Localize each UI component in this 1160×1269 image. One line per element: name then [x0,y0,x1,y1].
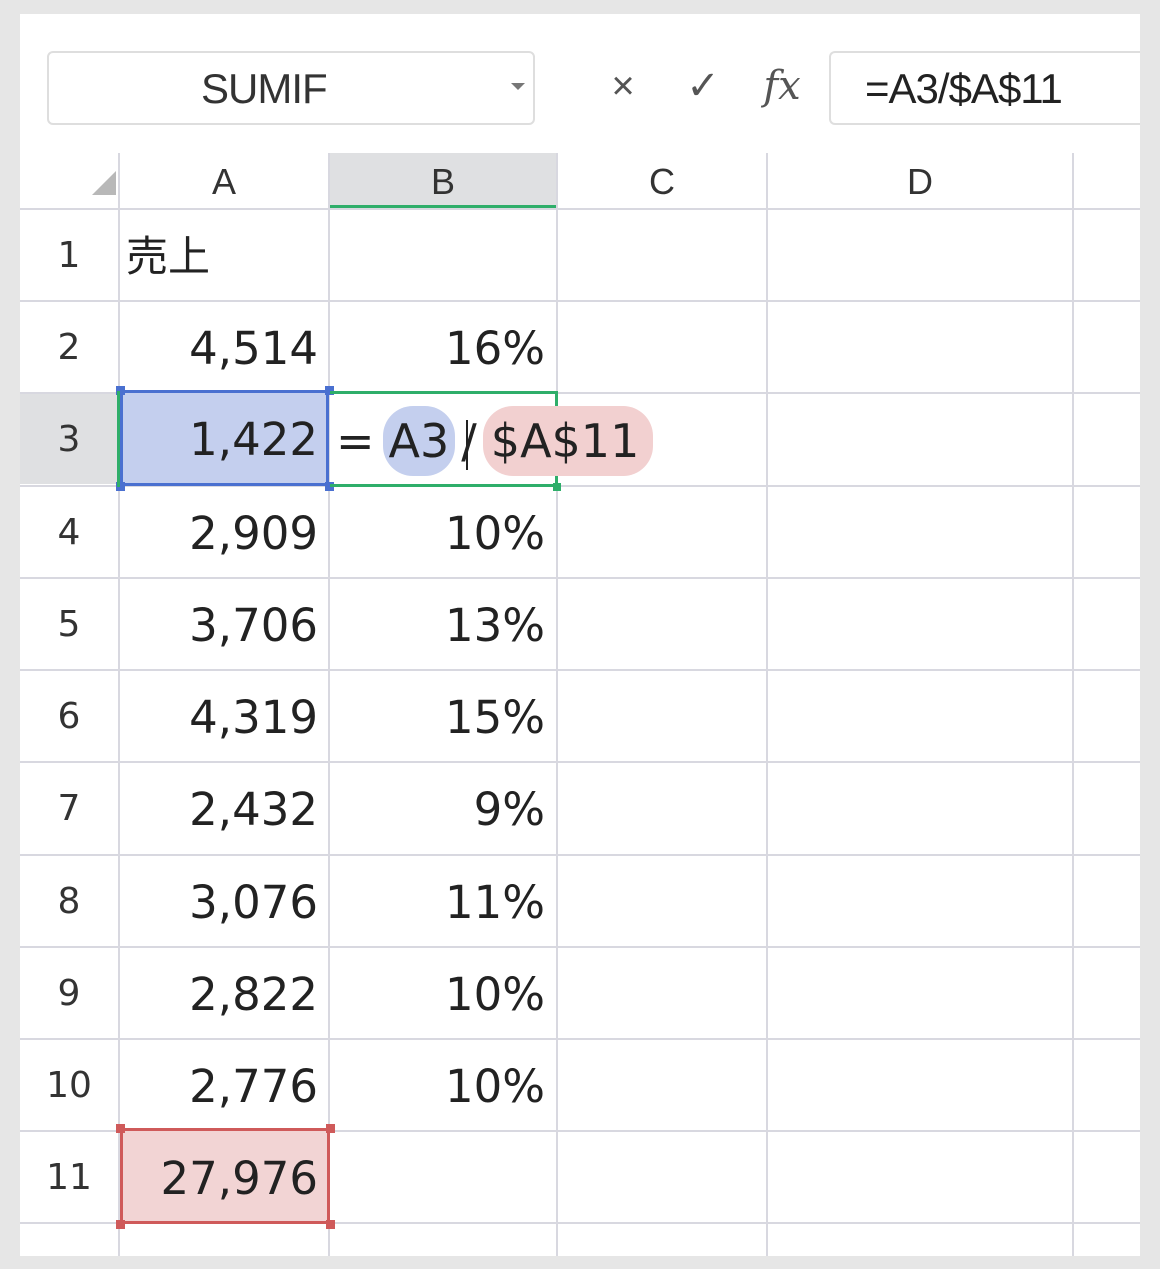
column-header-c[interactable]: C [558,153,766,207]
formula-token-ref-a3-col: A [388,414,421,468]
select-all-corner[interactable] [92,171,116,195]
cell-b2[interactable]: 16% [330,303,545,393]
grid-line [1072,153,1074,1256]
formula-input[interactable]: =A3/$A$11 [829,51,1140,125]
in-cell-editor[interactable]: = A3/$A$11 [336,406,654,476]
cell-b5[interactable]: 13% [330,580,545,670]
column-header-d[interactable]: D [768,153,1072,207]
formula-token-slash: / [461,414,477,468]
grid-line [556,153,558,1256]
resize-handle[interactable] [326,1220,335,1229]
cell-a1[interactable]: 売上 [126,211,210,301]
cell-a8[interactable]: 3,076 [120,857,318,947]
cell-a9[interactable]: 2,822 [120,949,318,1039]
cell-a2[interactable]: 4,514 [120,303,318,393]
cell-a11[interactable]: 27,976 [120,1133,318,1223]
name-box-value: SUMIF [201,65,328,112]
formula-token-ref-a3-row: 3 [420,414,450,468]
column-header-a[interactable]: A [120,153,328,207]
cell-b10[interactable]: 10% [330,1041,545,1131]
cell-a6[interactable]: 4,319 [120,672,318,762]
row-header[interactable]: 10 [20,1041,118,1131]
grid-line [20,854,1140,856]
fill-handle[interactable] [553,483,561,491]
cell-b4[interactable]: 10% [330,488,545,578]
cell-a7[interactable]: 2,432 [120,764,318,854]
column-header-b[interactable]: B [330,153,556,207]
spreadsheet: SUMIF × ✓ fx =A3/$A$11 A B C D 1 2 3 4 5… [20,14,1140,1256]
row-header[interactable]: 8 [20,857,118,947]
row-header[interactable]: 9 [20,949,118,1039]
formula-text: =A3/$A$11 [865,65,1063,112]
insert-function-icon[interactable]: fx [757,62,807,110]
cell-b7[interactable]: 9% [330,764,545,854]
cell-a10[interactable]: 2,776 [120,1041,318,1131]
check-icon[interactable]: ✓ [683,64,723,108]
cell-b9[interactable]: 10% [330,949,545,1039]
row-header[interactable]: 5 [20,580,118,670]
grid-line [766,153,768,1256]
formula-token-equals: = [336,414,375,468]
row-header[interactable]: 6 [20,672,118,762]
formula-token-ref-a3: A3 [382,406,468,476]
cell-b8[interactable]: 11% [330,857,545,947]
row-header[interactable]: 1 [20,211,118,301]
row-header[interactable]: 3 [20,395,118,485]
grid-line [20,208,1140,210]
chevron-down-icon[interactable] [511,83,525,90]
row-header[interactable]: 4 [20,488,118,578]
row-header[interactable]: 11 [20,1133,118,1223]
cell-a3[interactable]: 1,422 [120,394,318,484]
text-caret [465,420,468,470]
cell-b6[interactable]: 15% [330,672,545,762]
cell-a5[interactable]: 3,706 [120,580,318,670]
row-header[interactable]: 7 [20,764,118,854]
formula-token-ref-a11: $A$11 [482,406,654,476]
cell-a4[interactable]: 2,909 [120,488,318,578]
row-header[interactable]: 2 [20,303,118,393]
name-box[interactable]: SUMIF [47,51,535,125]
cancel-icon[interactable]: × [603,64,643,108]
